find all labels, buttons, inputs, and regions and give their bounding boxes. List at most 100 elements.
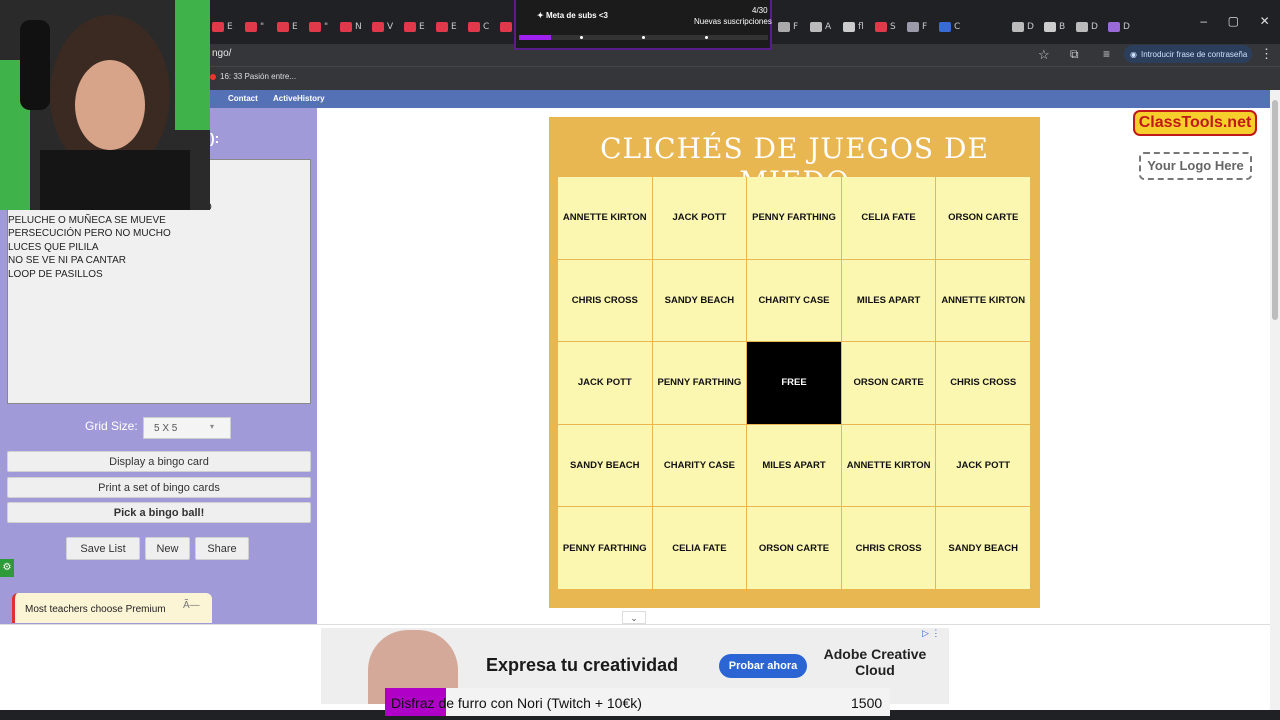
tab-label: E [292,22,298,32]
window-controls[interactable]: – ▢ ✕ [1190,14,1280,38]
tab-favicon-icon [907,22,919,32]
list-line: LOOP DE PASILLOS [8,269,103,280]
bingo-cell[interactable]: CHRIS CROSS [841,507,936,589]
tab-label: C [483,22,490,32]
bingo-cell[interactable]: PENNY FARTHING [558,507,652,589]
tab-label: F [793,22,799,32]
bingo-cell-free[interactable]: FREE [747,342,841,424]
bingo-cell[interactable]: PENNY FARTHING [652,342,747,424]
gear-icon[interactable]: ⚙ [0,559,14,577]
bingo-cell[interactable]: CELIA FATE [652,507,747,589]
browser-tab[interactable]: D [1108,18,1138,36]
browser-tab[interactable]: S [875,18,905,36]
tab-label: F [922,22,928,32]
bingo-cell[interactable]: ORSON CARTE [747,507,841,589]
list-line: NO SE VE NI PA CANTAR [8,255,126,266]
tab-favicon-icon [340,22,352,32]
share-button[interactable]: Share [195,537,249,560]
classtools-logo[interactable]: ClassTools.net [1133,110,1257,136]
bingo-cell[interactable]: CELIA FATE [841,177,936,259]
sub-goal-fill [519,35,552,40]
bingo-cell[interactable]: CHARITY CASE [652,424,747,507]
browser-tab[interactable]: D [1076,18,1106,36]
bingo-cell[interactable]: CHRIS CROSS [936,342,1030,424]
browser-tab[interactable]: fl [843,18,873,36]
browser-tab[interactable]: E [404,18,434,36]
bingo-cell[interactable]: JACK POTT [936,424,1030,507]
sub-goal-subtitle: Nuevas suscripciones [694,17,772,26]
chevron-down-icon[interactable]: ⌄ [622,611,646,624]
tab-favicon-icon [212,22,224,32]
browser-tab[interactable]: E [436,18,466,36]
tab-label: B [1059,22,1066,32]
minimize-icon[interactable]: – [1200,14,1207,38]
browser-tab[interactable]: B [1044,18,1074,36]
bingo-cell[interactable]: CHRIS CROSS [558,259,652,342]
grid-size-select[interactable]: 5 X 5 [143,417,231,439]
bingo-cell[interactable]: JACK POTT [558,342,652,424]
puzzle-icon[interactable]: ⧉ [1070,47,1079,62]
bingo-cell[interactable]: ORSON CARTE [936,177,1030,259]
ad-cta-button[interactable]: Probar ahora [719,654,807,678]
browser-tab[interactable]: F [778,18,808,36]
info-icon[interactable]: ▷ ⋮ [922,628,940,639]
new-button[interactable]: New [145,537,190,560]
youtube-icon [210,73,216,80]
tab-favicon-icon [1044,22,1056,32]
bingo-cell[interactable]: ANNETTE KIRTON [841,424,936,507]
menu-icon[interactable]: ≡ [1103,47,1110,61]
scrollbar-thumb[interactable] [1272,100,1278,320]
tab-favicon-icon [309,22,321,32]
list-line: LUCES QUE PILILA [8,242,99,253]
tab-label: D [1027,22,1034,32]
premium-banner[interactable]: Most teachers choose Premium [12,593,212,623]
browser-tab[interactable]: A [810,18,840,36]
maximize-icon[interactable]: ▢ [1228,14,1239,38]
nav-contact-link[interactable]: Contact [228,94,258,103]
browser-tab[interactable]: C [468,18,498,36]
bingo-cell[interactable]: MILES APART [841,259,936,342]
tab-favicon-icon [404,22,416,32]
your-logo-placeholder[interactable]: Your Logo Here [1139,152,1252,180]
nav-activehistory-link[interactable]: ActiveHistory [273,94,325,103]
tab-label: " [324,22,329,32]
close-icon[interactable]: Ã— [183,600,200,611]
browser-tab[interactable]: V [372,18,402,36]
browser-tab[interactable]: F [907,18,937,36]
more-icon[interactable]: ⋮ [1260,46,1273,62]
star-icon[interactable]: ☆ [1038,47,1050,63]
bingo-cell[interactable]: ORSON CARTE [841,342,936,424]
bingo-cell[interactable]: ANNETTE KIRTON [936,259,1030,342]
bingo-cell[interactable]: JACK POTT [652,177,747,259]
save-list-button[interactable]: Save List [66,537,140,560]
bingo-cell[interactable]: SANDY BEACH [558,424,652,507]
browser-tab[interactable]: E [212,18,242,36]
bingo-cell[interactable]: MILES APART [747,424,841,507]
bingo-cell[interactable]: PENNY FARTHING [747,177,841,259]
tab-favicon-icon [778,22,790,32]
url-text[interactable]: ngo/ [212,48,231,59]
browser-tab[interactable]: " [309,18,339,36]
browser-tab[interactable]: C [939,18,969,36]
bingo-cell[interactable]: SANDY BEACH [652,259,747,342]
bingo-cell[interactable]: ANNETTE KIRTON [558,177,652,259]
tab-label: A [825,22,832,32]
browser-tab[interactable]: E [277,18,307,36]
bookmark-item[interactable]: 16: 33 Pasión entre... [210,72,296,81]
sub-goal-marker [705,36,708,39]
tab-label: E [451,22,457,32]
grid-size-label: Grid Size: [85,419,138,433]
chevron-down-icon: ▾ [210,422,215,431]
bingo-cell[interactable]: SANDY BEACH [936,507,1030,589]
print-cards-button[interactable]: Print a set of bingo cards [7,477,311,498]
password-chip[interactable]: ◉ Introducir frase de contraseña [1124,45,1252,63]
webcam-image [0,0,210,210]
display-card-button[interactable]: Display a bingo card [7,451,311,472]
pick-ball-button[interactable]: Pick a bingo ball! [7,502,311,523]
browser-tab[interactable]: D [1012,18,1042,36]
browser-tab[interactable]: " [245,18,275,36]
bingo-cell[interactable]: CHARITY CASE [747,259,841,342]
tab-favicon-icon [810,22,822,32]
close-icon[interactable]: ✕ [1260,14,1270,38]
browser-tab[interactable]: N [340,18,370,36]
